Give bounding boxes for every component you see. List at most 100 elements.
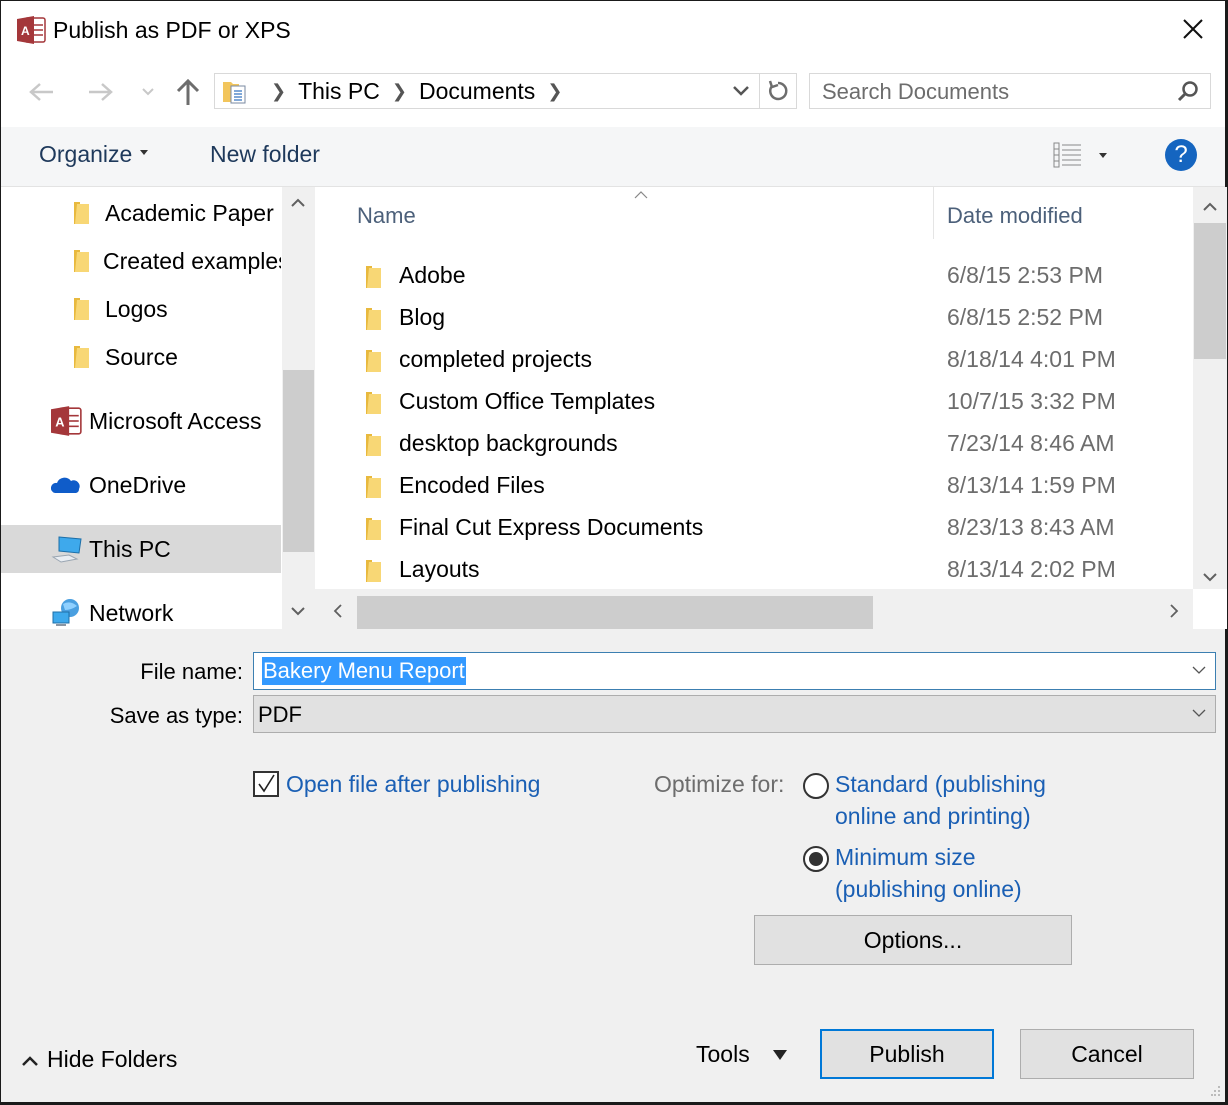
optimize-for-label: Optimize for: — [654, 771, 785, 797]
folder-icon — [363, 306, 383, 330]
file-name: desktop backgrounds — [399, 430, 618, 456]
access-icon: A — [17, 16, 46, 44]
optimize-minimum-line1: Minimum size — [835, 844, 976, 870]
network-icon — [51, 598, 85, 628]
search-input[interactable] — [820, 76, 1164, 108]
breadcrumb-documents[interactable]: Documents — [419, 78, 535, 105]
file-name: Final Cut Express Documents — [399, 514, 704, 540]
resize-grip-icon[interactable] — [1211, 1084, 1221, 1098]
address-dropdown-button[interactable] — [724, 74, 758, 108]
nav-item-source[interactable]: Source — [1, 333, 281, 381]
checkmark-icon — [258, 774, 275, 793]
refresh-button[interactable] — [759, 74, 796, 108]
optimize-standard-line1: Standard (publishing — [835, 771, 1046, 797]
file-row[interactable]: Blog 6/8/15 2:52 PM — [315, 296, 1193, 338]
title-bar: A Publish as PDF or XPS — [1, 1, 1225, 63]
optimize-minimum-size-label[interactable]: Minimum size (publishing online) — [835, 841, 1022, 905]
vertical-scroll-thumb[interactable] — [1194, 223, 1226, 359]
chevron-down-icon[interactable] — [1191, 659, 1207, 681]
file-name-input[interactable]: Bakery Menu Report — [253, 652, 1216, 690]
file-row[interactable]: completed projects 8/18/14 4:01 PM — [315, 338, 1193, 380]
file-row[interactable]: Adobe 6/8/15 2:53 PM — [315, 254, 1193, 296]
nav-item-label: OneDrive — [89, 471, 187, 498]
folder-icon — [363, 516, 383, 540]
nav-item-label: Microsoft Access — [89, 407, 262, 434]
column-header-name[interactable]: Name — [357, 203, 416, 229]
open-after-publishing-checkbox[interactable] — [253, 771, 279, 797]
scroll-left-icon[interactable] — [333, 603, 343, 624]
nav-item-network[interactable]: Network — [1, 589, 281, 629]
nav-pane-scrollbar[interactable] — [282, 187, 315, 629]
column-header-date-modified[interactable]: Date modified — [947, 203, 1083, 229]
open-after-publishing-label[interactable]: Open file after publishing — [286, 768, 540, 800]
nav-item-logos[interactable]: Logos — [1, 285, 281, 333]
file-date-modified: 8/18/14 4:01 PM — [947, 346, 1116, 372]
nav-item-this-pc[interactable]: This PC — [1, 525, 281, 573]
scroll-up-icon[interactable] — [1202, 199, 1218, 217]
save-as-type-label: Save as type: — [109, 703, 243, 728]
optimize-standard-line2: online and printing) — [835, 803, 1031, 829]
optimize-standard-radio[interactable] — [803, 773, 829, 799]
new-folder-button[interactable]: New folder — [210, 141, 320, 168]
file-date-modified: 8/13/14 2:02 PM — [947, 556, 1116, 582]
back-button[interactable] — [27, 77, 57, 107]
help-icon[interactable]: ? — [1165, 139, 1197, 171]
nav-scroll-thumb[interactable] — [283, 370, 314, 552]
file-date-modified: 6/8/15 2:53 PM — [947, 262, 1103, 288]
caret-down-icon — [140, 150, 149, 156]
up-arrow-icon — [176, 78, 200, 105]
forward-arrow-icon — [89, 83, 113, 101]
search-box[interactable] — [809, 73, 1211, 109]
save-as-type-value: PDF — [258, 702, 302, 727]
cancel-button[interactable]: Cancel — [1020, 1029, 1194, 1079]
close-icon[interactable] — [1179, 15, 1207, 43]
address-bar[interactable]: ❯ This PC ❯ Documents ❯ — [214, 73, 797, 109]
chevron-down-icon[interactable] — [1191, 702, 1207, 724]
scroll-down-icon[interactable] — [1202, 569, 1218, 587]
nav-item-microsoft-access[interactable]: A Microsoft Access — [1, 397, 281, 445]
publish-button[interactable]: Publish — [820, 1029, 994, 1079]
file-row[interactable]: Layouts 8/13/14 2:02 PM — [315, 548, 1193, 590]
organize-label: Organize — [39, 141, 133, 167]
details-view-icon[interactable] — [1053, 141, 1083, 169]
file-row[interactable]: desktop backgrounds 7/23/14 8:46 AM — [315, 422, 1193, 464]
up-button[interactable] — [173, 77, 203, 107]
scroll-right-icon[interactable] — [1169, 603, 1179, 624]
save-as-type-select[interactable]: PDF — [253, 695, 1216, 733]
tools-menu-button[interactable]: Tools — [696, 1041, 750, 1068]
chevron-up-icon — [22, 1056, 38, 1066]
forward-button[interactable] — [85, 77, 115, 107]
view-options-dropdown[interactable] — [1099, 153, 1107, 158]
organize-menu-button[interactable]: Organize — [39, 141, 149, 168]
breadcrumb: ❯ This PC ❯ Documents ❯ — [221, 74, 574, 108]
hide-folders-button[interactable]: Hide Folders — [21, 1046, 177, 1073]
search-icon[interactable] — [1176, 80, 1200, 104]
caret-down-icon[interactable] — [773, 1050, 787, 1060]
column-separator[interactable] — [933, 187, 934, 239]
publish-dialog: A Publish as PDF or XPS ❯ This PC ❯ Docu… — [0, 0, 1227, 1103]
file-list-horizontal-scrollbar[interactable] — [315, 589, 1193, 629]
optimize-standard-label[interactable]: Standard (publishing online and printing… — [835, 768, 1046, 832]
scroll-down-icon[interactable] — [290, 603, 306, 621]
breadcrumb-this-pc[interactable]: This PC — [298, 78, 380, 105]
chevron-down-icon — [733, 86, 749, 96]
breadcrumb-separator-icon[interactable]: ❯ — [547, 81, 562, 102]
file-row[interactable]: Custom Office Templates 10/7/15 3:32 PM — [315, 380, 1193, 422]
nav-item-created-examples[interactable]: Created examples — [1, 237, 281, 285]
recent-locations-button[interactable] — [133, 77, 163, 107]
options-button[interactable]: Options... — [754, 915, 1072, 965]
nav-item-academic-paper[interactable]: Academic Paper — [1, 189, 281, 237]
optimize-minimum-size-radio[interactable] — [803, 846, 829, 872]
access-icon: A — [51, 406, 85, 436]
horizontal-scroll-thumb[interactable] — [357, 596, 873, 629]
file-name-value[interactable]: Bakery Menu Report — [262, 657, 466, 685]
nav-item-onedrive[interactable]: OneDrive — [1, 461, 281, 509]
navigation-pane: Academic Paper Created examples Logos Sourc… — [1, 187, 315, 629]
sort-ascending-icon — [633, 187, 649, 203]
scroll-up-icon[interactable] — [290, 195, 306, 213]
file-row[interactable]: Final Cut Express Documents 8/23/13 8:43 … — [315, 506, 1193, 548]
file-list-vertical-scrollbar[interactable] — [1193, 187, 1227, 589]
file-name: Custom Office Templates — [399, 388, 656, 414]
file-row[interactable]: Encoded Files 8/13/14 1:59 PM — [315, 464, 1193, 506]
nav-item-label: Source — [105, 343, 178, 370]
